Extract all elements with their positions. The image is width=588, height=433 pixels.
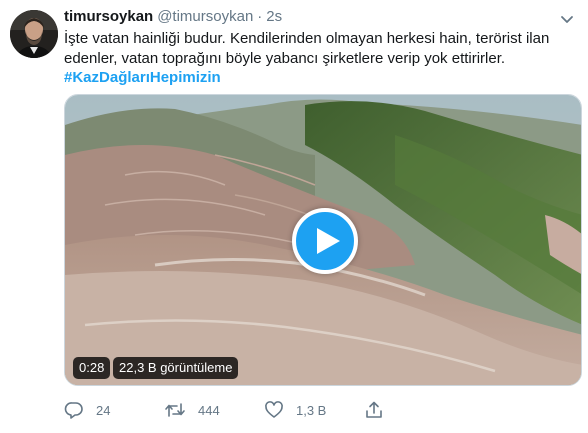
reply-count: 24 [96, 402, 111, 418]
reply-icon [64, 402, 83, 419]
retweet-icon [165, 403, 185, 417]
hashtag-link[interactable]: #KazDağlarıHepimizin [64, 68, 578, 88]
timestamp[interactable]: 2s [266, 8, 282, 25]
video-player[interactable]: 0:28 22,3 B görüntüleme [64, 94, 582, 386]
tweet-text-line: edenler, vatan toprağını böyle yabancı ş… [64, 49, 506, 67]
like-icon [265, 401, 283, 418]
share-button[interactable] [364, 398, 404, 422]
tweet-header: timursoykan @timursoykan · 2s [64, 8, 282, 28]
retweet-count: 444 [198, 402, 220, 418]
tweet-text-line: İşte vatan hainliği budur. Kendilerinden… [64, 30, 550, 47]
reply-button[interactable]: 24 [64, 398, 164, 422]
share-icon [366, 401, 382, 418]
retweet-button[interactable]: 444 [164, 398, 264, 422]
tweet-text: İşte vatan hainliği budur. Kendilerinden… [64, 29, 578, 88]
tweet[interactable]: timursoykan @timursoykan · 2s İşte vatan… [0, 0, 588, 433]
separator-dot: · [257, 8, 263, 25]
video-views-badge: 22,3 B görüntüleme [113, 357, 239, 379]
play-icon [317, 228, 340, 254]
avatar[interactable] [10, 10, 58, 58]
tweet-actions: 24 444 1,3 B [64, 398, 404, 422]
like-count: 1,3 B [296, 402, 327, 418]
chevron-down-icon[interactable] [558, 10, 576, 28]
user-handle[interactable]: @timursoykan [157, 8, 253, 25]
video-duration-badge: 0:28 [73, 357, 111, 379]
display-name[interactable]: timursoykan [64, 8, 153, 25]
play-button[interactable] [292, 208, 358, 274]
like-button[interactable]: 1,3 B [264, 398, 364, 422]
